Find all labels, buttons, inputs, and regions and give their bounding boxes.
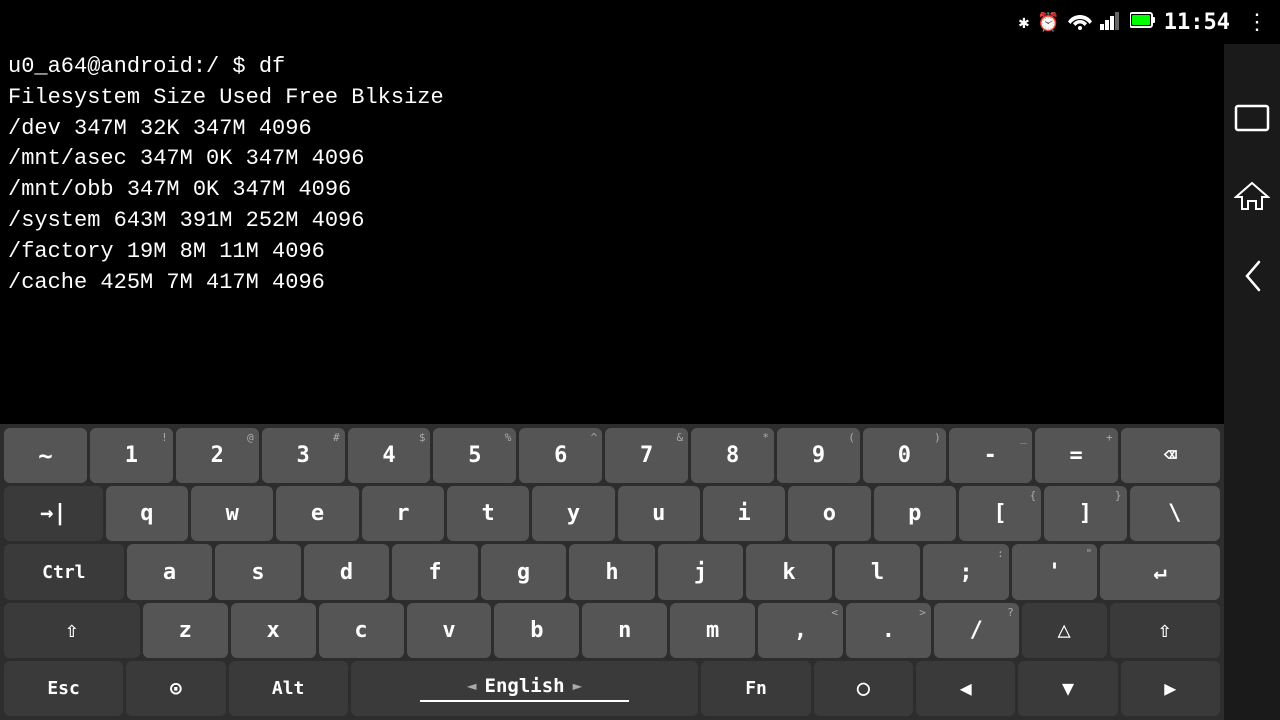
key-ctrl[interactable]: Ctrl bbox=[4, 544, 124, 599]
key-backslash[interactable]: \ bbox=[1130, 486, 1221, 541]
key-6[interactable]: 6^ bbox=[519, 428, 602, 483]
home-button[interactable] bbox=[1234, 179, 1270, 218]
terminal-output: u0_a64@android:/ $ df Filesystem Size Us… bbox=[0, 44, 1224, 424]
key-k[interactable]: k bbox=[746, 544, 832, 599]
key-j[interactable]: j bbox=[658, 544, 744, 599]
key-i[interactable]: i bbox=[703, 486, 785, 541]
window-button[interactable] bbox=[1234, 104, 1270, 139]
key-circle-small[interactable]: ⊙ bbox=[126, 661, 225, 716]
terminal-line-5: /mnt/obb 347M 0K 347M 4096 bbox=[8, 175, 1216, 206]
key-semicolon[interactable]: ;: bbox=[923, 544, 1009, 599]
key-slash[interactable]: /? bbox=[934, 603, 1019, 658]
wifi-icon bbox=[1068, 10, 1092, 35]
key-q[interactable]: q bbox=[106, 486, 188, 541]
key-left-arrow[interactable]: ◀ bbox=[916, 661, 1015, 716]
key-shift-left[interactable]: ⇧ bbox=[4, 603, 140, 658]
key-period[interactable]: .> bbox=[846, 603, 931, 658]
keyboard: ~ 1! 2@ 3# 4$ 5% 6^ 7& 8* 9( 0) -_ =+ ⌫ … bbox=[0, 424, 1224, 720]
key-s[interactable]: s bbox=[215, 544, 301, 599]
key-x[interactable]: x bbox=[231, 603, 316, 658]
right-nav bbox=[1224, 44, 1280, 720]
key-e[interactable]: e bbox=[276, 486, 358, 541]
status-bar: ✱ ⏰ 11:54 bbox=[0, 0, 1280, 44]
key-2[interactable]: 2@ bbox=[176, 428, 259, 483]
key-language[interactable]: ◄ English ► bbox=[351, 661, 699, 716]
key-bracket-close[interactable]: ]} bbox=[1044, 486, 1126, 541]
key-g[interactable]: g bbox=[481, 544, 567, 599]
key-v[interactable]: v bbox=[407, 603, 492, 658]
key-w[interactable]: w bbox=[191, 486, 273, 541]
keyboard-row-4: ⇧ z x c v b n m ,< .> /? △ ⇧ bbox=[4, 603, 1220, 658]
key-down-arrow[interactable]: ▼ bbox=[1018, 661, 1117, 716]
key-a[interactable]: a bbox=[127, 544, 213, 599]
key-b[interactable]: b bbox=[494, 603, 579, 658]
key-y[interactable]: y bbox=[532, 486, 614, 541]
terminal-line-3: /dev 347M 32K 347M 4096 bbox=[8, 114, 1216, 145]
key-7[interactable]: 7& bbox=[605, 428, 688, 483]
key-minus[interactable]: -_ bbox=[949, 428, 1032, 483]
keyboard-row-2: →| q w e r t y u i o p [{ ]} \ bbox=[4, 486, 1220, 541]
key-c[interactable]: c bbox=[319, 603, 404, 658]
key-up-arrow[interactable]: △ bbox=[1022, 603, 1107, 658]
key-quote[interactable]: '" bbox=[1012, 544, 1098, 599]
key-d[interactable]: d bbox=[304, 544, 390, 599]
terminal-line-8: /cache 425M 7M 417M 4096 bbox=[8, 268, 1216, 299]
key-comma[interactable]: ,< bbox=[758, 603, 843, 658]
terminal-line-1: u0_a64@android:/ $ df bbox=[8, 52, 1216, 83]
key-4[interactable]: 4$ bbox=[348, 428, 431, 483]
key-r[interactable]: r bbox=[362, 486, 444, 541]
key-h[interactable]: h bbox=[569, 544, 655, 599]
keyboard-row-5: Esc ⊙ Alt ◄ English ► Fn ○ ◀ ▼ ▶ bbox=[4, 661, 1220, 716]
key-fn[interactable]: Fn bbox=[701, 661, 810, 716]
terminal-line-7: /factory 19M 8M 11M 4096 bbox=[8, 237, 1216, 268]
terminal-line-2: Filesystem Size Used Free Blksize bbox=[8, 83, 1216, 114]
key-alt[interactable]: Alt bbox=[229, 661, 348, 716]
back-button[interactable] bbox=[1237, 258, 1267, 301]
key-m[interactable]: m bbox=[670, 603, 755, 658]
key-8[interactable]: 8* bbox=[691, 428, 774, 483]
overflow-menu[interactable]: ⋮ bbox=[1246, 10, 1268, 35]
language-label: English bbox=[485, 675, 565, 697]
key-z[interactable]: z bbox=[143, 603, 228, 658]
key-enter[interactable]: ↵ bbox=[1100, 544, 1220, 599]
alarm-icon: ⏰ bbox=[1037, 12, 1059, 33]
keyboard-row-3: Ctrl a s d f g h j k l ;: '" ↵ bbox=[4, 544, 1220, 599]
keyboard-row-1: ~ 1! 2@ 3# 4$ 5% 6^ 7& 8* 9( 0) -_ =+ ⌫ bbox=[4, 428, 1220, 483]
key-0[interactable]: 0) bbox=[863, 428, 946, 483]
key-bracket-open[interactable]: [{ bbox=[959, 486, 1041, 541]
key-equals[interactable]: =+ bbox=[1035, 428, 1118, 483]
key-o[interactable]: o bbox=[788, 486, 870, 541]
key-tilde[interactable]: ~ bbox=[4, 428, 87, 483]
key-tab[interactable]: →| bbox=[4, 486, 103, 541]
key-esc[interactable]: Esc bbox=[4, 661, 123, 716]
key-9[interactable]: 9( bbox=[777, 428, 860, 483]
key-5[interactable]: 5% bbox=[433, 428, 516, 483]
key-right-arrow[interactable]: ▶ bbox=[1121, 661, 1220, 716]
key-u[interactable]: u bbox=[618, 486, 700, 541]
key-n[interactable]: n bbox=[582, 603, 667, 658]
key-3[interactable]: 3# bbox=[262, 428, 345, 483]
key-1[interactable]: 1! bbox=[90, 428, 173, 483]
key-backspace[interactable]: ⌫ bbox=[1121, 428, 1220, 483]
battery-icon bbox=[1130, 11, 1156, 34]
key-p[interactable]: p bbox=[874, 486, 956, 541]
key-home-circle[interactable]: ○ bbox=[814, 661, 913, 716]
signal-icon bbox=[1100, 10, 1122, 35]
key-f[interactable]: f bbox=[392, 544, 478, 599]
key-shift-right[interactable]: ⇧ bbox=[1110, 603, 1220, 658]
key-l[interactable]: l bbox=[835, 544, 921, 599]
clock: 11:54 bbox=[1164, 10, 1230, 35]
bluetooth-icon: ✱ bbox=[1019, 12, 1030, 33]
terminal-line-4: /mnt/asec 347M 0K 347M 4096 bbox=[8, 144, 1216, 175]
terminal-line-6: /system 643M 391M 252M 4096 bbox=[8, 206, 1216, 237]
key-t[interactable]: t bbox=[447, 486, 529, 541]
